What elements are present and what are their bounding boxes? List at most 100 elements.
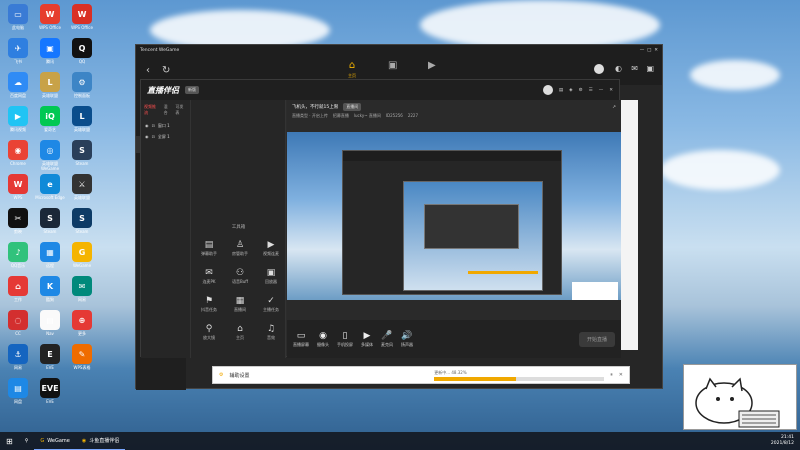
scene-item[interactable]: ◉ ⊡ 全屏 1 xyxy=(141,131,190,142)
desktop-icon[interactable]: W WPS xyxy=(3,174,33,200)
desktop-icon[interactable]: ▤ 网盘 xyxy=(3,378,33,404)
desktop-icon[interactable]: iQ 爱奇艺 xyxy=(35,106,65,132)
message-icon[interactable]: ▤ xyxy=(559,88,563,93)
minimize-icon[interactable]: — xyxy=(599,88,604,93)
settings-icon[interactable]: ⚙ xyxy=(579,88,583,93)
desktop-icon[interactable]: ✈ 飞书 xyxy=(3,38,33,64)
source-button[interactable]: ▭ 直播屏幕 xyxy=(293,331,309,348)
cat-sticker xyxy=(572,282,618,300)
tool-button[interactable]: ⚲ 放大镜 xyxy=(194,324,224,341)
desktop-icon[interactable]: ◉ Chrome xyxy=(3,140,33,166)
mail-icon[interactable]: ✉ xyxy=(631,64,638,73)
pause-icon[interactable]: ⏸ xyxy=(610,372,613,378)
desktop-icon[interactable]: ◎ 英雄联盟WeGame xyxy=(35,140,65,171)
lock-icon[interactable]: ⊡ xyxy=(152,134,155,139)
eye-icon[interactable]: ◉ xyxy=(145,123,149,128)
close-icon[interactable]: ✕ xyxy=(654,48,658,53)
search-button[interactable]: ⚲ xyxy=(19,432,35,450)
top-tab[interactable]: ▶ xyxy=(428,59,436,73)
desktop-icon[interactable]: W WPS Office xyxy=(67,4,97,30)
tab-icon: ▶ xyxy=(428,60,436,71)
desktop-icon[interactable]: Q QQ xyxy=(67,38,97,64)
top-tab[interactable]: ▣ xyxy=(388,59,397,73)
desktop-icon[interactable]: ⚔ 英雄联盟 xyxy=(67,174,97,200)
clock[interactable]: 21:41 2021/8/12 xyxy=(771,435,800,447)
desktop-icon[interactable]: ⚙ 控制面板 xyxy=(67,72,97,98)
source-button[interactable]: ▯ 手机投屏 xyxy=(337,331,353,348)
refresh-icon[interactable]: ↻ xyxy=(162,65,170,76)
taskbar: ⊞ ⚲ G WeGame ◉ 斗鱼直播伴侣 21:41 2021/8/12 xyxy=(0,432,800,450)
tool-label: 主页 xyxy=(236,335,244,340)
scene-tab[interactable]: 视频推流 xyxy=(144,104,160,116)
desktop-icon[interactable]: ⚓ 网易 xyxy=(3,344,33,370)
taskbar-app[interactable]: G WeGame xyxy=(34,432,76,450)
top-tab[interactable]: ⌂ 主页 xyxy=(348,59,356,79)
desktop-icon[interactable]: ✂ 剪映 xyxy=(3,208,33,234)
desktop-icon[interactable]: ☁ 百度网盘 xyxy=(3,72,33,98)
tool-button[interactable]: ⌂ 主页 xyxy=(225,324,255,341)
source-button[interactable]: 🎤 麦克风 xyxy=(381,331,393,348)
menu-icon[interactable]: ☰ xyxy=(589,88,593,93)
source-button[interactable]: 🔊 扬声器 xyxy=(401,331,413,348)
tool-button[interactable]: ▤ 弹幕助手 xyxy=(194,240,224,257)
taskbar-app[interactable]: ◉ 斗鱼直播伴侣 xyxy=(75,432,126,450)
desktop-icon[interactable]: ✎ WPS表格 xyxy=(67,344,97,370)
desktop-icon[interactable]: ▣ 腾讯 xyxy=(35,38,65,64)
tool-button[interactable]: ▦ 直播间 xyxy=(225,296,255,313)
lock-icon[interactable]: ⊡ xyxy=(152,123,155,128)
start-live-button[interactable]: 开始直播 xyxy=(578,331,615,347)
minimize-icon[interactable]: — xyxy=(640,48,645,53)
desktop-icon[interactable]: ▭ 此电脑 xyxy=(3,4,33,30)
scene-tab[interactable]: 混合 xyxy=(164,104,172,116)
desktop-icon-label: 剪映 xyxy=(14,229,22,234)
scene-item[interactable]: ◉ ⊡ 窗口 1 xyxy=(141,120,190,131)
desktop-icon[interactable]: e Microsoft Edge xyxy=(35,174,65,200)
tool-button[interactable]: ⚑ 抖音任务 xyxy=(194,296,224,313)
desktop-icon[interactable]: ▶ 腾讯视频 xyxy=(3,106,33,132)
gift-icon[interactable]: ◈ xyxy=(569,88,572,93)
source-button[interactable]: ◉ 摄像头 xyxy=(317,331,329,348)
desktop-icon[interactable]: ♪ QQ音乐 xyxy=(3,242,33,268)
tool-button[interactable]: ⚇ 语音Buff xyxy=(225,268,255,285)
tool-button[interactable]: ▶ 视频连麦 xyxy=(256,240,286,257)
desktop-icon[interactable]: L 英雄联盟 xyxy=(35,72,65,98)
scene-label: 窗口 1 xyxy=(157,122,170,128)
eye-icon[interactable]: ◉ xyxy=(145,134,149,139)
tool-button[interactable]: ✓ 主播任务 xyxy=(256,296,286,313)
desktop-icon-label: 腾讯视频 xyxy=(10,127,26,132)
desktop-icon[interactable]: S Steam xyxy=(35,208,65,234)
desktop-icon[interactable]: ⊕ 更多 xyxy=(67,310,97,336)
tool-button[interactable]: ✉ 连麦PK xyxy=(194,268,224,285)
maximize-icon[interactable]: □ xyxy=(647,48,651,53)
user-avatar[interactable] xyxy=(542,85,553,95)
scene-tab[interactable]: 可发表 xyxy=(175,104,187,116)
desktop-icon[interactable]: ✉ 网易 xyxy=(67,276,97,302)
desktop-icon[interactable]: ◌ CC xyxy=(3,310,33,336)
desktop-icon[interactable]: K 酷狗 xyxy=(35,276,65,302)
tool-button[interactable]: ▣ 回放器 xyxy=(256,268,286,285)
desktop-icon[interactable]: E EVE xyxy=(35,344,65,370)
desktop-icon[interactable]: ▦ 远程 xyxy=(35,242,65,268)
desktop-icon[interactable]: W WPS Office xyxy=(35,4,65,30)
close-icon[interactable]: ✕ xyxy=(609,88,613,93)
source-button[interactable]: ▶ 多媒体 xyxy=(361,331,373,348)
tool-button[interactable]: ♫ 音效 xyxy=(256,324,286,341)
nested-preview xyxy=(342,150,562,295)
source-label: 手机投屏 xyxy=(337,341,353,347)
gift-icon[interactable]: ▣ xyxy=(646,64,654,73)
close-icon[interactable]: ✕ xyxy=(619,372,623,378)
desktop-icon[interactable]: ▤ Nav xyxy=(35,310,65,336)
desktop-icon[interactable]: S Steam xyxy=(67,208,97,234)
back-icon[interactable]: ‹ xyxy=(146,65,150,76)
desktop-icon-label: 英雄联盟 xyxy=(74,127,90,132)
start-button[interactable]: ⊞ xyxy=(0,432,19,450)
tool-button[interactable]: ♙ 房管助手 xyxy=(225,240,255,257)
desktop-icon[interactable]: S Steam xyxy=(67,140,97,166)
desktop-icon[interactable]: EVE EVE xyxy=(35,378,65,404)
desktop-icon[interactable]: G WeGame xyxy=(67,242,97,268)
desktop-icon[interactable]: ⌂ 工作 xyxy=(3,276,33,302)
share-icon[interactable]: ↗ xyxy=(612,105,616,110)
avatar[interactable] xyxy=(594,64,604,74)
desktop-icon[interactable]: L 英雄联盟 xyxy=(67,106,97,132)
skin-icon[interactable]: ◐ xyxy=(615,64,622,73)
